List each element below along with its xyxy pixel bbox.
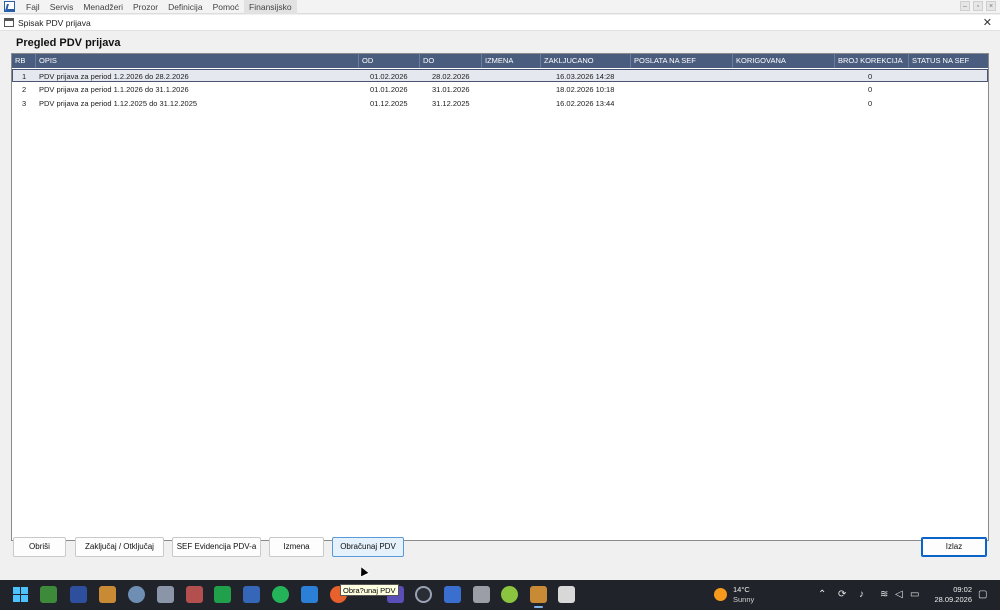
main-menubar: Fajl Servis Menadžeri Prozor Definicija … <box>0 0 1000 14</box>
app-logo-icon <box>4 1 15 12</box>
calculate-pdv-button[interactable]: Obračunaj PDV <box>332 537 404 557</box>
menu-menadzeri[interactable]: Menadžeri <box>78 0 128 14</box>
start-icon[interactable] <box>12 586 29 603</box>
menu-pomoc[interactable]: Pomoć <box>208 0 244 14</box>
cell-zakljucano: 18.02.2026 10:18 <box>556 85 615 94</box>
weather-description[interactable]: Sunny <box>733 595 754 604</box>
cell-zakljucano: 16.03.2026 14:28 <box>556 72 615 81</box>
tray-mic-icon[interactable]: ♪ <box>859 589 864 601</box>
taskbar-app-chat-icon[interactable] <box>272 586 289 603</box>
cell-opis: PDV prijava za period 1.1.2026 do 31.1.2… <box>39 85 189 94</box>
col-header-korigovana[interactable]: KORIGOVANA <box>733 54 835 68</box>
table-row[interactable]: 2 PDV prijava za period 1.1.2026 do 31.1… <box>12 83 988 96</box>
grid-header: RB OPIS OD DO IZMENA ZAKLJUCANO POSLATA … <box>12 54 988 68</box>
cell-do: 31.12.2025 <box>432 99 470 108</box>
col-header-status[interactable]: STATUS NA SEF <box>909 54 988 68</box>
close-app-icon[interactable]: × <box>986 1 996 11</box>
menu-servis[interactable]: Servis <box>45 0 79 14</box>
taskbar-app-terminal-icon[interactable] <box>157 586 174 603</box>
window-controls: – ▫ × <box>960 1 996 11</box>
cell-broj-korekcija: 0 <box>868 72 873 81</box>
edit-button[interactable]: Izmena <box>269 537 324 557</box>
cell-opis: PDV prijava za period 1.2.2026 do 28.2.2… <box>39 72 189 81</box>
table-row[interactable]: 1 PDV prijava za period 1.2.2026 do 28.2… <box>12 69 988 82</box>
taskbar-app-wallet-icon[interactable] <box>99 586 116 603</box>
cell-do: 31.01.2026 <box>432 85 470 94</box>
cell-broj-korekcija: 0 <box>868 99 873 108</box>
taskbar-app-doc-icon[interactable] <box>444 586 461 603</box>
taskbar-app-ledger-icon[interactable] <box>40 586 57 603</box>
clock-date[interactable]: 28.09.2026 <box>933 595 972 604</box>
taskbar-app-db-icon[interactable] <box>128 586 145 603</box>
table-row[interactable]: 3 PDV prijava za period 1.12.2025 do 31.… <box>12 97 988 110</box>
tray-chevron-up-icon[interactable]: ⌃ <box>818 589 826 601</box>
col-header-zakljucano[interactable]: ZAKLJUCANO <box>541 54 631 68</box>
taskbar-app-tools-icon[interactable] <box>186 586 203 603</box>
weather-temperature[interactable]: 14°C <box>733 585 750 594</box>
cell-do: 28.02.2026 <box>432 72 470 81</box>
page-title: Pregled PDV prijava <box>16 37 121 49</box>
tray-volume-icon[interactable]: ◁ <box>895 589 903 601</box>
window-title: Spisak PDV prijava <box>18 17 91 28</box>
cell-rb: 2 <box>22 85 27 94</box>
col-header-rb[interactable]: RB <box>12 54 36 68</box>
taskbar-app-paint-icon[interactable] <box>301 586 318 603</box>
col-header-opis[interactable]: OPIS <box>36 54 359 68</box>
menu-prozor[interactable]: Prozor <box>128 0 163 14</box>
minimize-icon[interactable]: – <box>960 1 970 11</box>
taskbar-app-report-icon[interactable] <box>558 586 575 603</box>
col-header-od[interactable]: OD <box>359 54 420 68</box>
cell-zakljucano: 16.02.2026 13:44 <box>556 99 615 108</box>
window-icon <box>4 18 14 27</box>
cell-od: 01.02.2026 <box>370 72 408 81</box>
tray-battery-icon[interactable]: ▭ <box>910 589 919 601</box>
menu-finansijsko[interactable]: Finansijsko <box>244 0 297 14</box>
cell-rb: 3 <box>22 99 27 108</box>
clock-time[interactable]: 09:02 <box>950 585 972 594</box>
weather-sun-icon[interactable] <box>714 588 727 601</box>
taskbar-app-monitor-icon[interactable] <box>243 586 260 603</box>
lock-unlock-button[interactable]: Zaključaj / Otključaj <box>75 537 164 557</box>
cell-od: 01.01.2026 <box>370 85 408 94</box>
menu-fajl[interactable]: Fajl <box>21 0 45 14</box>
cell-opis: PDV prijava za period 1.12.2025 do 31.12… <box>39 99 198 108</box>
tray-sync-icon[interactable]: ⟳ <box>838 589 846 601</box>
taskbar-app-active-wallet-icon[interactable] <box>530 586 547 608</box>
col-header-do[interactable]: DO <box>420 54 482 68</box>
col-header-broj-korekcija[interactable]: BROJ KOREKCIJA <box>835 54 909 68</box>
taskbar-app-lemon-icon[interactable] <box>501 586 518 603</box>
window-titlebar: Spisak PDV prijava ✕ <box>0 15 1000 31</box>
menu-definicija[interactable]: Definicija <box>163 0 208 14</box>
col-header-poslata[interactable]: POSLATA NA SEF <box>631 54 733 68</box>
tooltip: Obra?unaj PDV <box>340 584 399 596</box>
taskbar-app-sheets-icon[interactable] <box>214 586 231 603</box>
restore-icon[interactable]: ▫ <box>973 1 983 11</box>
col-header-izmena[interactable]: IZMENA <box>482 54 541 68</box>
taskbar-app-circle-icon[interactable] <box>415 586 432 603</box>
sef-evidencija-button[interactable]: SEF Evidencija PDV-a <box>172 537 261 557</box>
tray-wifi-icon[interactable]: ≋ <box>880 589 888 601</box>
cell-rb: 1 <box>22 72 27 81</box>
pdv-list-window: Spisak PDV prijava ✕ Pregled PDV prijava… <box>0 15 1000 578</box>
cell-od: 01.12.2025 <box>370 99 408 108</box>
taskbar: 14°C Sunny ⌃ ⟳ ♪ ≋ ◁ ▭ 09:02 28.09.2026 … <box>0 580 1000 610</box>
exit-button[interactable]: Izlaz <box>921 537 987 557</box>
delete-button[interactable]: Obriši <box>13 537 66 557</box>
notifications-icon[interactable]: ▢ <box>978 589 987 601</box>
pdv-grid[interactable]: RB OPIS OD DO IZMENA ZAKLJUCANO POSLATA … <box>11 53 989 541</box>
close-icon[interactable]: ✕ <box>983 16 992 29</box>
cell-broj-korekcija: 0 <box>868 85 873 94</box>
taskbar-app-file-icon[interactable] <box>473 586 490 603</box>
taskbar-app-save-icon[interactable] <box>70 586 87 603</box>
